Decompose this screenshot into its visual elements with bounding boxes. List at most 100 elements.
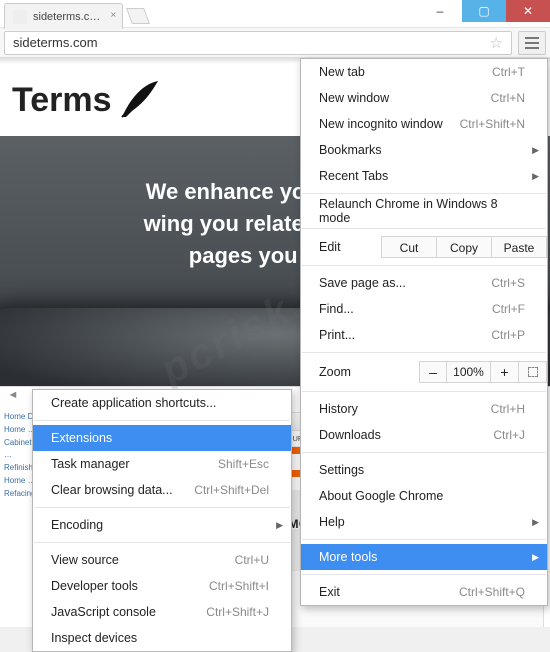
submenu-label: Create application shortcuts... xyxy=(51,396,216,410)
submenu-view-source[interactable]: View source Ctrl+U xyxy=(33,547,291,573)
submenu-clear-browsing-data[interactable]: Clear browsing data... Ctrl+Shift+Del xyxy=(33,477,291,503)
menu-shortcut: Ctrl+Shift+N xyxy=(460,117,525,131)
menu-label: Print... xyxy=(319,328,355,342)
menu-shortcut: Ctrl+J xyxy=(493,428,525,442)
menu-paste-button[interactable]: Paste xyxy=(492,236,547,258)
favicon-icon xyxy=(13,10,27,24)
browser-tab[interactable]: sideterms.c… × xyxy=(4,3,123,29)
menu-downloads[interactable]: Downloads Ctrl+J xyxy=(301,422,547,448)
menu-separator xyxy=(34,507,290,508)
window-close-button[interactable]: ✕ xyxy=(506,0,550,22)
submenu-create-shortcut[interactable]: Create application shortcuts... xyxy=(33,390,291,416)
hamburger-line-icon xyxy=(525,42,539,44)
menu-exit[interactable]: Exit Ctrl+Shift+Q xyxy=(301,579,547,605)
menu-shortcut: Ctrl+P xyxy=(491,328,525,342)
submenu-arrow-icon: ▶ xyxy=(532,517,539,528)
menu-about[interactable]: About Google Chrome xyxy=(301,483,547,509)
menu-label: Save page as... xyxy=(319,276,406,290)
site-logo[interactable]: Terms xyxy=(12,77,162,123)
menu-cut-button[interactable]: Cut xyxy=(381,236,437,258)
submenu-label: Inspect devices xyxy=(51,631,137,645)
zoom-in-button[interactable]: + xyxy=(491,361,519,383)
menu-label: New tab xyxy=(319,65,365,79)
window-minimize-button[interactable]: – xyxy=(418,0,462,22)
menu-label: More tools xyxy=(319,550,377,564)
menu-settings[interactable]: Settings xyxy=(301,457,547,483)
submenu-label: Clear browsing data... xyxy=(51,483,173,497)
submenu-label: JavaScript console xyxy=(51,605,156,619)
url-text: sideterms.com xyxy=(13,35,98,50)
chrome-menu-button[interactable] xyxy=(518,31,546,55)
menu-separator xyxy=(302,574,546,575)
window-maximize-button[interactable]: ▢ xyxy=(462,0,506,22)
menu-shortcut: Ctrl+T xyxy=(492,65,525,79)
submenu-arrow-icon: ▶ xyxy=(532,145,539,156)
zoom-out-button[interactable]: – xyxy=(419,361,447,383)
submenu-inspect-devices[interactable]: Inspect devices xyxy=(33,625,291,651)
menu-label: Help xyxy=(319,515,345,529)
submenu-javascript-console[interactable]: JavaScript console Ctrl+Shift+J xyxy=(33,599,291,625)
menu-print[interactable]: Print... Ctrl+P xyxy=(301,322,547,348)
menu-relaunch-win8[interactable]: Relaunch Chrome in Windows 8 mode xyxy=(301,198,547,224)
new-tab-button[interactable] xyxy=(126,8,150,24)
submenu-shortcut: Ctrl+Shift+Del xyxy=(194,483,269,497)
tab-close-icon[interactable]: × xyxy=(110,10,116,21)
menu-label: New incognito window xyxy=(319,117,443,131)
fullscreen-button[interactable] xyxy=(519,361,547,383)
menu-separator xyxy=(302,391,546,392)
hamburger-line-icon xyxy=(525,37,539,39)
more-tools-submenu: Create application shortcuts... Extensio… xyxy=(32,389,292,652)
menu-separator xyxy=(34,420,290,421)
chrome-window: sideterms.c… × – ▢ ✕ sideterms.com ☆ Ter… xyxy=(0,0,550,627)
menu-separator xyxy=(302,352,546,353)
zoom-value: 100% xyxy=(447,361,491,383)
menu-shortcut: Ctrl+F xyxy=(492,302,525,316)
fullscreen-icon xyxy=(528,367,538,377)
menu-separator xyxy=(302,452,546,453)
menu-new-window[interactable]: New window Ctrl+N xyxy=(301,85,547,111)
menu-more-tools[interactable]: More tools ▶ xyxy=(301,544,547,570)
menu-separator xyxy=(34,542,290,543)
submenu-extensions[interactable]: Extensions xyxy=(33,425,291,451)
submenu-arrow-icon: ▶ xyxy=(532,552,539,563)
submenu-developer-tools[interactable]: Developer tools Ctrl+Shift+I xyxy=(33,573,291,599)
menu-edit-label: Edit xyxy=(319,240,381,254)
hamburger-line-icon xyxy=(525,47,539,49)
menu-bookmarks[interactable]: Bookmarks ▶ xyxy=(301,137,547,163)
menu-history[interactable]: History Ctrl+H xyxy=(301,396,547,422)
menu-edit-row: Edit Cut Copy Paste xyxy=(301,233,547,261)
carousel-prev-icon[interactable]: ◄ xyxy=(6,389,20,403)
submenu-encoding[interactable]: Encoding ▶ xyxy=(33,512,291,538)
menu-help[interactable]: Help ▶ xyxy=(301,509,547,535)
address-bar[interactable]: sideterms.com ☆ xyxy=(4,31,512,55)
submenu-label: Encoding xyxy=(51,518,103,532)
menu-label: Downloads xyxy=(319,428,381,442)
submenu-label: View source xyxy=(51,553,119,567)
menu-zoom-row: Zoom – 100% + xyxy=(301,357,547,387)
menu-new-incognito[interactable]: New incognito window Ctrl+Shift+N xyxy=(301,111,547,137)
menu-separator xyxy=(302,539,546,540)
menu-find[interactable]: Find... Ctrl+F xyxy=(301,296,547,322)
chrome-main-menu: New tab Ctrl+T New window Ctrl+N New inc… xyxy=(300,58,548,606)
submenu-arrow-icon: ▶ xyxy=(276,520,283,531)
submenu-label: Developer tools xyxy=(51,579,138,593)
menu-label: Relaunch Chrome in Windows 8 mode xyxy=(319,197,525,225)
menu-label: Settings xyxy=(319,463,364,477)
submenu-task-manager[interactable]: Task manager Shift+Esc xyxy=(33,451,291,477)
menu-shortcut: Ctrl+S xyxy=(491,276,525,290)
menu-zoom-label: Zoom xyxy=(319,365,381,379)
submenu-arrow-icon: ▶ xyxy=(532,171,539,182)
menu-recent-tabs[interactable]: Recent Tabs ▶ xyxy=(301,163,547,189)
menu-new-tab[interactable]: New tab Ctrl+T xyxy=(301,59,547,85)
menu-copy-button[interactable]: Copy xyxy=(437,236,492,258)
submenu-shortcut: Ctrl+Shift+J xyxy=(206,605,269,619)
window-controls: – ▢ ✕ xyxy=(418,0,550,22)
titlebar: sideterms.c… × – ▢ ✕ xyxy=(0,0,550,28)
bookmark-star-icon[interactable]: ☆ xyxy=(490,34,503,52)
menu-shortcut: Ctrl+H xyxy=(491,402,525,416)
quill-icon xyxy=(116,77,162,123)
toolbar: sideterms.com ☆ xyxy=(0,28,550,58)
tab-title: sideterms.c… xyxy=(33,11,100,23)
menu-save-as[interactable]: Save page as... Ctrl+S xyxy=(301,270,547,296)
menu-label: Bookmarks xyxy=(319,143,382,157)
